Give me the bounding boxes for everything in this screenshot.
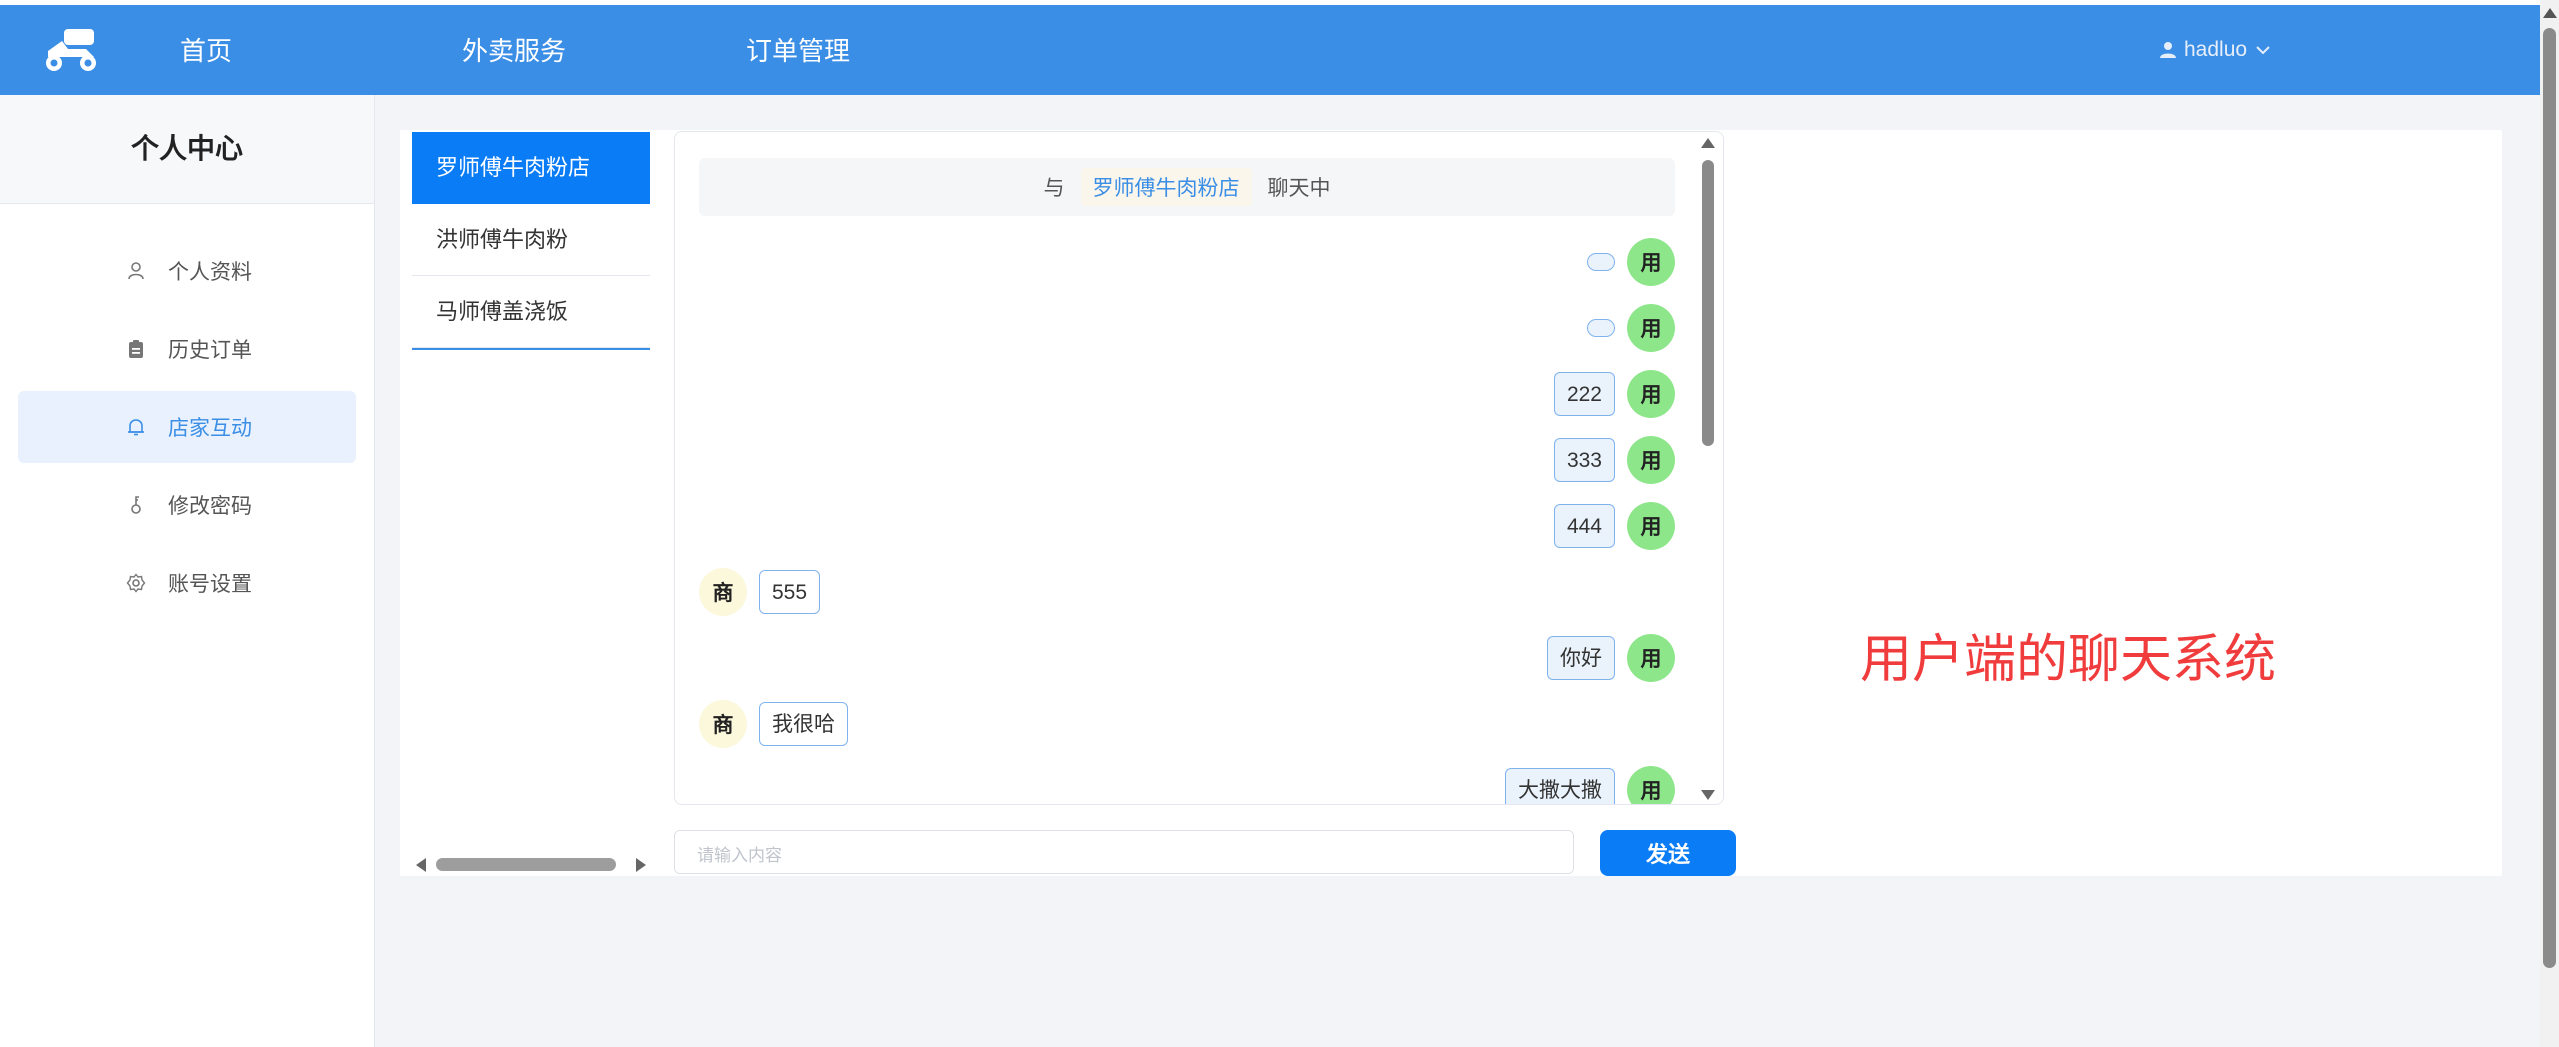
user-avatar: 用 xyxy=(1627,766,1675,804)
message-bubble: 我很哈 xyxy=(759,702,848,746)
shop-item[interactable]: 马师傅盖浇饭 xyxy=(412,276,650,348)
shop-item[interactable]: 罗师傅牛肉粉店 xyxy=(412,132,650,204)
sidebar-item-profile[interactable]: 个人资料 xyxy=(18,235,356,307)
gear-icon xyxy=(124,571,148,595)
navbar: 首页 外卖服务 订单管理 hadluo xyxy=(0,5,2540,95)
sidebar-item-label: 修改密码 xyxy=(168,495,252,518)
message-bubble: 555 xyxy=(759,570,821,614)
message-bubble: 大撒大撒 xyxy=(1505,768,1615,804)
message-bubble xyxy=(1587,253,1615,271)
key-icon xyxy=(124,493,148,517)
scroll-up-icon[interactable] xyxy=(2543,8,2557,18)
bell-icon xyxy=(124,415,148,439)
chat-header-suffix: 聊天中 xyxy=(1267,177,1331,200)
user-avatar: 用 xyxy=(1627,502,1675,550)
message-bubble: 333 xyxy=(1553,438,1615,482)
sidebar-item-account-settings[interactable]: 账号设置 xyxy=(18,547,356,619)
scrollbar-thumb[interactable] xyxy=(436,858,616,871)
user-avatar: 用 xyxy=(1627,370,1675,418)
chat-message-user: 333 用 xyxy=(1553,436,1675,484)
sidebar-item-label: 账号设置 xyxy=(168,573,252,596)
user-menu[interactable]: hadluo xyxy=(2160,33,2271,67)
user-avatar: 用 xyxy=(1627,238,1675,286)
scroll-up-icon[interactable] xyxy=(1701,138,1715,148)
message-bubble: 你好 xyxy=(1547,636,1615,680)
sidebar-item-order-history[interactable]: 历史订单 xyxy=(18,313,356,385)
user-avatar: 用 xyxy=(1627,634,1675,682)
user-avatar: 用 xyxy=(1627,304,1675,352)
chat-message-user: 444 用 xyxy=(1553,502,1675,550)
sidebar-item-label: 历史订单 xyxy=(168,339,252,362)
sidebar-item-label: 店家互动 xyxy=(168,417,252,440)
message-input[interactable] xyxy=(674,830,1574,874)
delivery-scooter-icon[interactable] xyxy=(42,27,100,73)
scrollbar-thumb[interactable] xyxy=(2543,28,2556,968)
shop-list-underline xyxy=(412,348,650,350)
message-bubble: 222 xyxy=(1553,372,1615,416)
chevron-down-icon xyxy=(2256,46,2270,55)
scroll-left-icon[interactable] xyxy=(416,858,426,872)
chat-message-shop: 商 555 xyxy=(699,568,821,616)
chat-header: 与 罗师傅牛肉粉店 聊天中 xyxy=(699,158,1675,216)
chat-message-user: 用 xyxy=(1587,238,1675,286)
send-button[interactable]: 发送 xyxy=(1600,830,1736,876)
sidebar: 个人中心 个人资料 历史订单 店家互动 修改密码 账号设置 xyxy=(0,95,375,1047)
sidebar-item-change-password[interactable]: 修改密码 xyxy=(18,469,356,541)
message-bubble xyxy=(1587,319,1615,337)
shop-avatar: 商 xyxy=(699,568,747,616)
user-icon xyxy=(2160,42,2176,58)
chat-message-user: 你好 用 xyxy=(1547,634,1675,682)
nav-home[interactable]: 首页 xyxy=(180,31,232,71)
page-vertical-scrollbar[interactable] xyxy=(2540,0,2559,1047)
sidebar-title: 个人中心 xyxy=(0,95,374,204)
chat-message-user: 222 用 xyxy=(1553,370,1675,418)
chat-message-user: 用 xyxy=(1587,304,1675,352)
chat-header-prefix: 与 xyxy=(1043,177,1065,200)
shop-list-horizontal-scrollbar[interactable] xyxy=(412,854,650,874)
message-bubble: 444 xyxy=(1553,504,1615,548)
user-icon xyxy=(124,259,148,283)
clipboard-icon xyxy=(124,337,148,361)
chat-message-user: 大撒大撒 用 xyxy=(1505,766,1675,804)
user-avatar: 用 xyxy=(1627,436,1675,484)
annotation-text: 用户端的聊天系统 xyxy=(1860,631,2277,689)
scrollbar-thumb[interactable] xyxy=(1702,160,1714,446)
scroll-right-icon[interactable] xyxy=(636,858,646,872)
nav-delivery-service[interactable]: 外卖服务 xyxy=(462,31,566,71)
nav-order-management[interactable]: 订单管理 xyxy=(746,31,850,71)
scroll-down-icon[interactable] xyxy=(1701,790,1715,800)
chat-shop-name: 罗师傅牛肉粉店 xyxy=(1080,168,1252,206)
shop-list: 罗师傅牛肉粉店 洪师傅牛肉粉 马师傅盖浇饭 xyxy=(412,132,650,350)
username: hadluo xyxy=(2184,38,2248,61)
shop-item[interactable]: 洪师傅牛肉粉 xyxy=(412,204,650,276)
chat-vertical-scrollbar[interactable] xyxy=(1699,132,1717,804)
chat-message-shop: 商 我很哈 xyxy=(699,700,848,748)
sidebar-item-label: 个人资料 xyxy=(168,261,252,284)
sidebar-item-shop-interaction[interactable]: 店家互动 xyxy=(18,391,356,463)
shop-avatar: 商 xyxy=(699,700,747,748)
chat-window: 与 罗师傅牛肉粉店 聊天中 用 用 222 用 333 用 444 用 商 55… xyxy=(674,131,1724,805)
